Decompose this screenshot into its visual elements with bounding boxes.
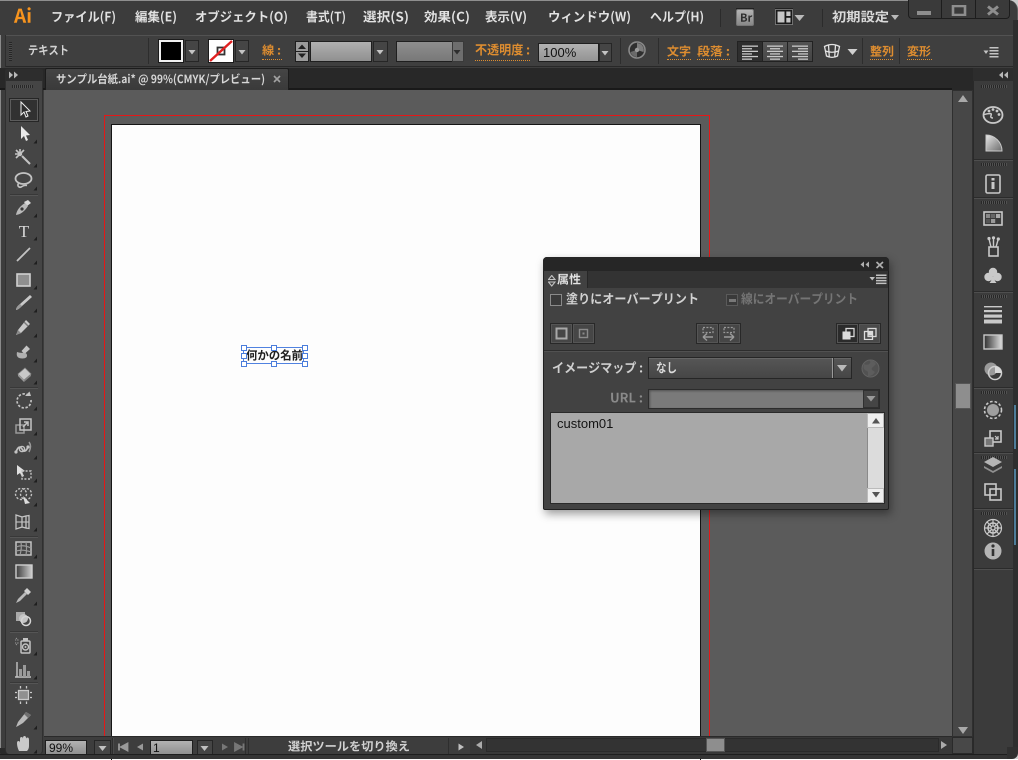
svg-text:T: T <box>18 222 29 241</box>
